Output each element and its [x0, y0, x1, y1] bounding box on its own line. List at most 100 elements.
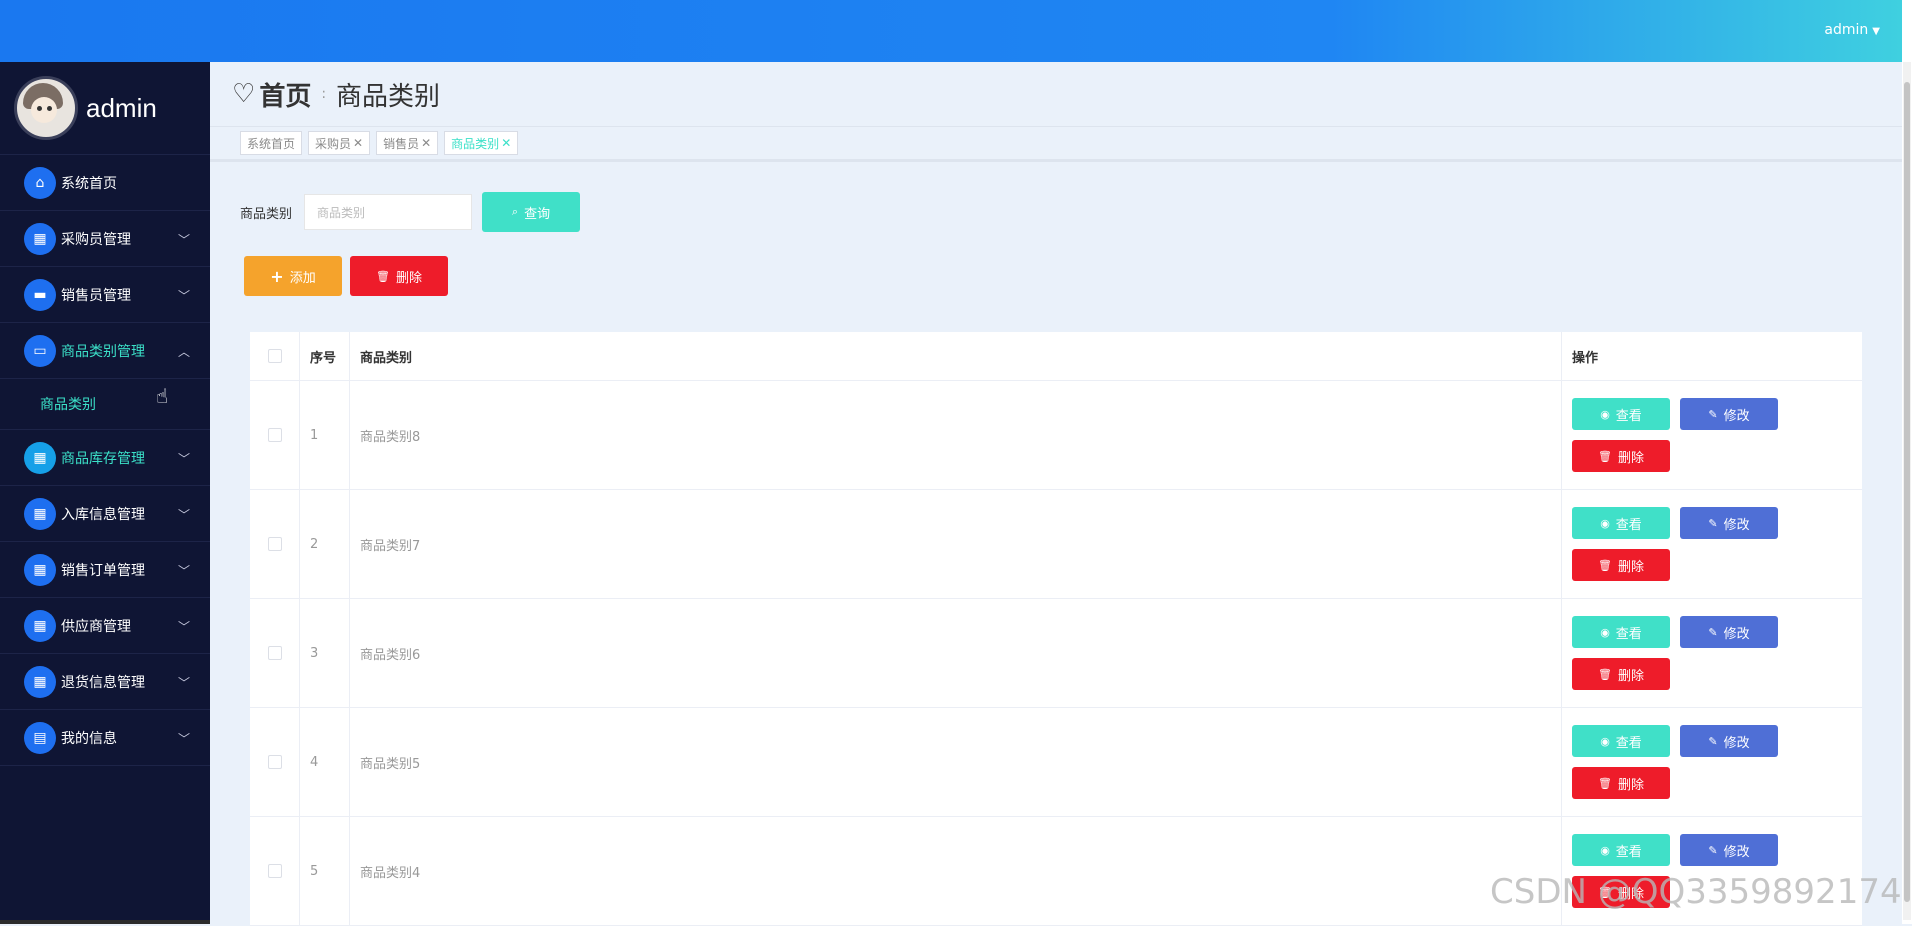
sidebar-item-sales-order[interactable]: ▦ 销售订单管理 ﹀: [0, 542, 210, 598]
sidebar-item-purchaser[interactable]: ▦ 采购员管理 ﹀: [0, 211, 210, 267]
page-edge: [1902, 0, 1912, 924]
plus-icon: +: [270, 266, 284, 286]
select-all-checkbox[interactable]: [267, 349, 282, 363]
chevron-down-icon: ﹀: [177, 508, 190, 522]
row-checkbox[interactable]: [267, 864, 282, 878]
delete-button[interactable]: 🗑 删除: [1572, 549, 1670, 581]
watermark: CSDN @QQ3359892174: [1490, 872, 1902, 912]
sidebar-item-salesperson[interactable]: ▬ 销售员管理 ﹀: [0, 267, 210, 323]
table-header: 序号 商品类别 操作: [250, 332, 1862, 381]
sidebar-item-label: 退货信息管理: [61, 674, 145, 691]
view-button[interactable]: ◉ 查看: [1572, 725, 1670, 757]
pencil-icon: ✎: [1708, 625, 1718, 639]
grid-icon: ▦: [24, 222, 56, 255]
view-label: 查看: [1615, 844, 1642, 860]
sidebar-item-label: 销售员管理: [61, 287, 131, 304]
chevron-down-icon: ﹀: [177, 233, 190, 247]
chevron-down-icon: ﹀: [177, 564, 190, 578]
category-search-input[interactable]: 商品类别: [304, 194, 473, 230]
view-label: 查看: [1615, 626, 1642, 642]
breadcrumb-home[interactable]: 首页: [259, 76, 311, 113]
main-content: ♡ 首页 : 商品类别 系统首页 采购员 ✕ 销售员 ✕ 商品类别 ✕ 商品类别 商品…: [210, 62, 1902, 926]
column-header: 商品类别: [350, 332, 1562, 380]
sidebar-item-stock-in[interactable]: ▦ 入库信息管理 ﹀: [0, 486, 210, 542]
delete-label: 删除: [1617, 450, 1644, 466]
edit-button[interactable]: ✎ 修改: [1680, 616, 1778, 648]
row-checkbox[interactable]: [267, 755, 282, 769]
sidebar-item-inventory[interactable]: ▦ 商品库存管理 ﹀: [0, 430, 210, 486]
chevron-down-icon: ﹀: [177, 620, 190, 634]
column-header: 序号: [300, 332, 350, 380]
tab-home[interactable]: 系统首页: [240, 131, 303, 155]
monitor-icon: ▭: [24, 334, 56, 367]
tab-label: 销售员: [383, 136, 420, 151]
scrollbar[interactable]: [1903, 62, 1911, 920]
tab-label: 系统首页: [247, 136, 296, 151]
username: admin: [1824, 22, 1869, 38]
chevron-down-icon: ﹀: [177, 452, 190, 466]
pencil-icon: ✎: [1708, 407, 1718, 421]
tab-category[interactable]: 商品类别 ✕: [444, 131, 519, 155]
row-checkbox[interactable]: [267, 646, 282, 660]
eye-icon: ◉: [1600, 843, 1610, 857]
view-button[interactable]: ◉ 查看: [1572, 616, 1670, 648]
add-button[interactable]: + 添加: [244, 256, 342, 296]
grid-icon: ▦: [24, 609, 56, 642]
batch-delete-button[interactable]: 🗑 删除: [350, 256, 448, 296]
view-button[interactable]: ◉ 查看: [1572, 834, 1670, 866]
view-label: 查看: [1615, 517, 1642, 533]
tab-label: 采购员: [315, 136, 352, 151]
delete-button[interactable]: 🗑 删除: [1572, 767, 1670, 799]
search-button[interactable]: ⌕ 查询: [482, 192, 581, 232]
edit-button[interactable]: ✎ 修改: [1680, 507, 1778, 539]
tab-purchaser[interactable]: 采购员 ✕: [308, 131, 371, 155]
close-icon[interactable]: ✕: [353, 136, 363, 150]
page-title: ♡ 首页 : 商品类别: [210, 62, 1902, 126]
close-icon[interactable]: ✕: [501, 136, 511, 150]
sidebar-item-my-info[interactable]: ▤ 我的信息 ﹀: [0, 710, 210, 766]
sidebar-item-home[interactable]: ⌂ 系统首页: [0, 155, 210, 211]
row-index: 4: [300, 708, 350, 816]
trash-icon: 🗑: [376, 269, 390, 283]
row-checkbox[interactable]: [267, 428, 282, 442]
eye-icon: ◉: [1600, 625, 1610, 639]
edit-button[interactable]: ✎ 修改: [1680, 725, 1778, 757]
table-row: 2 商品类别7 ◉ 查看 ✎ 修改 🗑 删除: [250, 490, 1862, 599]
add-button-label: 添加: [289, 270, 316, 286]
tab-bar: 系统首页 采购员 ✕ 销售员 ✕ 商品类别 ✕: [210, 126, 1902, 162]
sidebar-subitem-label: 商品类别: [40, 397, 96, 413]
sidebar-subitem-category[interactable]: 商品类别: [0, 379, 210, 430]
sidebar-item-returns[interactable]: ▦ 退货信息管理 ﹀: [0, 654, 210, 710]
scrollbar-thumb[interactable]: [1904, 82, 1910, 902]
table-row: 1 商品类别8 ◉ 查看 ✎ 修改 🗑 删除: [250, 381, 1862, 490]
edit-button[interactable]: ✎ 修改: [1680, 834, 1778, 866]
delete-label: 删除: [1617, 777, 1644, 793]
row-category-name: 商品类别6: [350, 599, 1562, 707]
brand: admin: [0, 62, 210, 155]
close-icon[interactable]: ✕: [421, 136, 431, 150]
sidebar-item-supplier[interactable]: ▦ 供应商管理 ﹀: [0, 598, 210, 654]
row-checkbox[interactable]: [267, 537, 282, 551]
tab-salesperson[interactable]: 销售员 ✕: [376, 131, 439, 155]
row-index: 1: [300, 381, 350, 489]
user-dropdown[interactable]: admin ▼: [1824, 22, 1880, 38]
view-button[interactable]: ◉ 查看: [1572, 507, 1670, 539]
sidebar-item-category[interactable]: ▭ 商品类别管理 ︿: [0, 323, 210, 379]
edit-label: 修改: [1723, 517, 1750, 533]
delete-button[interactable]: 🗑 删除: [1572, 658, 1670, 690]
tab-label: 商品类别: [451, 136, 500, 151]
grid-icon: ▦: [24, 441, 56, 474]
search-button-label: 查询: [524, 206, 551, 222]
chat-icon: ▬: [24, 278, 56, 311]
edit-button[interactable]: ✎ 修改: [1680, 398, 1778, 430]
caret-down-icon: ▼: [1872, 26, 1880, 37]
view-label: 查看: [1615, 408, 1642, 424]
table-row: 4 商品类别5 ◉ 查看 ✎ 修改 🗑 删除: [250, 708, 1862, 817]
view-button[interactable]: ◉ 查看: [1572, 398, 1670, 430]
search-label: 商品类别: [240, 206, 293, 222]
table-row: 3 商品类别6 ◉ 查看 ✎ 修改 🗑 删除: [250, 599, 1862, 708]
sidebar-item-label: 采购员管理: [61, 231, 131, 248]
column-header: 操作: [1572, 350, 1599, 366]
delete-button[interactable]: 🗑 删除: [1572, 440, 1670, 472]
sidebar-item-label: 我的信息: [61, 730, 117, 747]
